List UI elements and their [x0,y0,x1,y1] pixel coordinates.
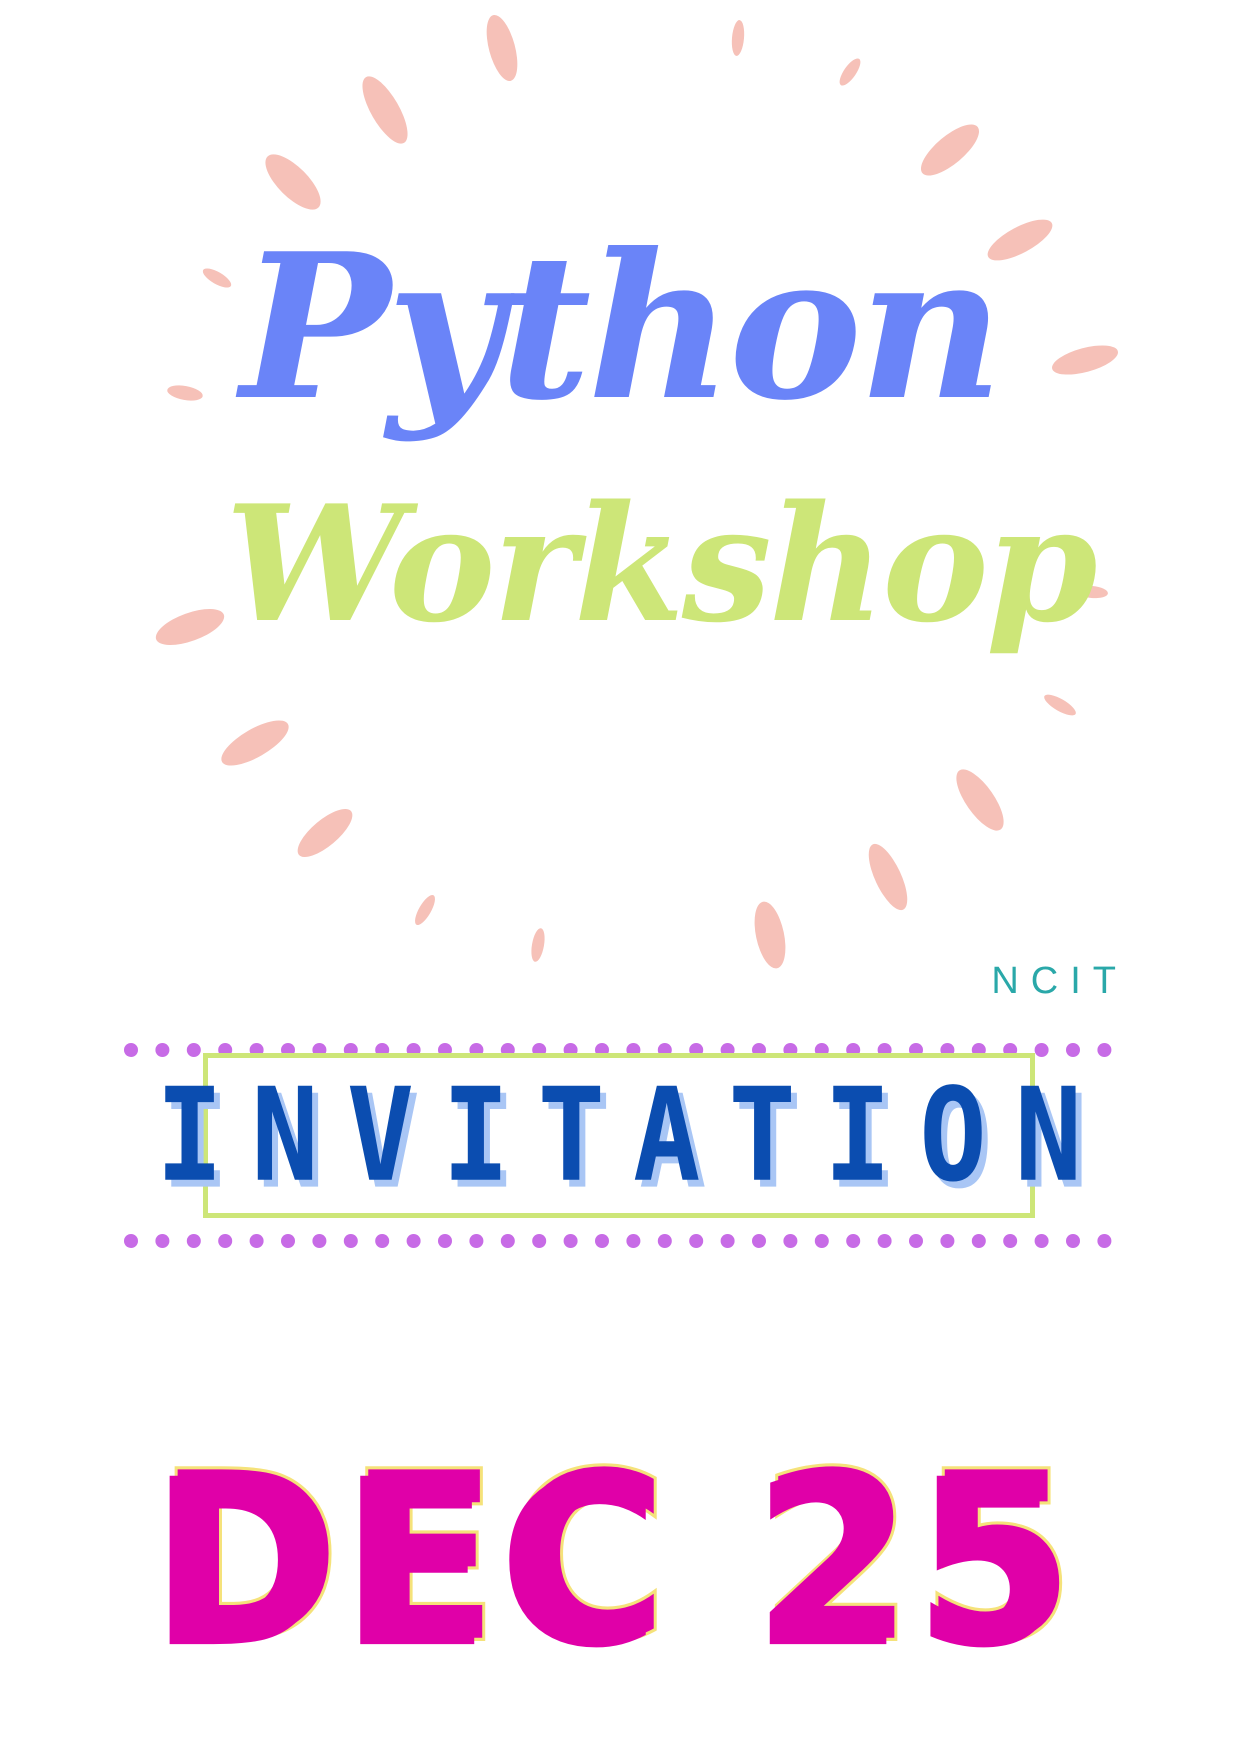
divider-dot [249,1234,264,1248]
divider-dot [375,1234,390,1248]
divider-dot [155,1043,170,1057]
divider-dot [1003,1234,1018,1248]
petal [956,769,1004,831]
divider-dot [124,1043,138,1057]
petal [839,58,861,86]
divider-dot [752,1234,766,1248]
divider-dot [626,1234,641,1248]
petal [486,14,518,82]
organizer-label: NCIT [991,960,1128,1002]
divider-dot [155,1234,170,1248]
divider-dot [1034,1043,1049,1057]
divider-dot [940,1234,955,1248]
divider-dot [1097,1043,1112,1057]
invitation-text: INVITATION [155,1060,1111,1211]
divider-dot [971,1234,986,1248]
divider-dot [846,1234,861,1248]
divider-dot [720,1234,735,1248]
invitation-badge: INVITATION [156,1053,1082,1218]
divider-dot [814,1234,829,1248]
divider-dot [657,1234,672,1248]
divider-dot [406,1234,421,1248]
divider-dot [532,1234,547,1248]
divider-dot [438,1234,452,1248]
petal [868,843,908,911]
dotted-divider-bottom [124,1234,1112,1248]
petal [221,720,289,766]
petal [362,76,408,144]
divider-dot [218,1234,233,1248]
divider-dot [563,1234,578,1248]
divider-dot [343,1234,358,1248]
divider-dot [281,1234,295,1248]
divider-dot [1034,1234,1049,1248]
divider-dot [1066,1043,1080,1057]
divider-dot [186,1043,201,1057]
divider-dot [689,1234,704,1248]
divider-dot [500,1234,515,1248]
divider-dot [312,1234,327,1248]
petal [265,154,321,210]
petal [531,928,545,962]
divider-dot [877,1234,892,1248]
title-python: Python [240,210,1003,445]
divider-dot [595,1234,609,1248]
divider-dot [469,1234,484,1248]
divider-dot [783,1234,798,1248]
divider-dot [186,1234,201,1248]
petal [415,894,435,926]
petal [297,808,353,858]
petal [1044,694,1076,716]
petal [920,124,980,176]
divider-dot [124,1234,138,1248]
divider-dot [1066,1234,1080,1248]
petal [731,20,745,56]
divider-dot [909,1234,923,1248]
event-date: DEC 25 [154,1420,1083,1695]
divider-dot [1097,1234,1112,1248]
title-workshop: Workshop [225,470,1098,658]
petal [754,901,786,969]
